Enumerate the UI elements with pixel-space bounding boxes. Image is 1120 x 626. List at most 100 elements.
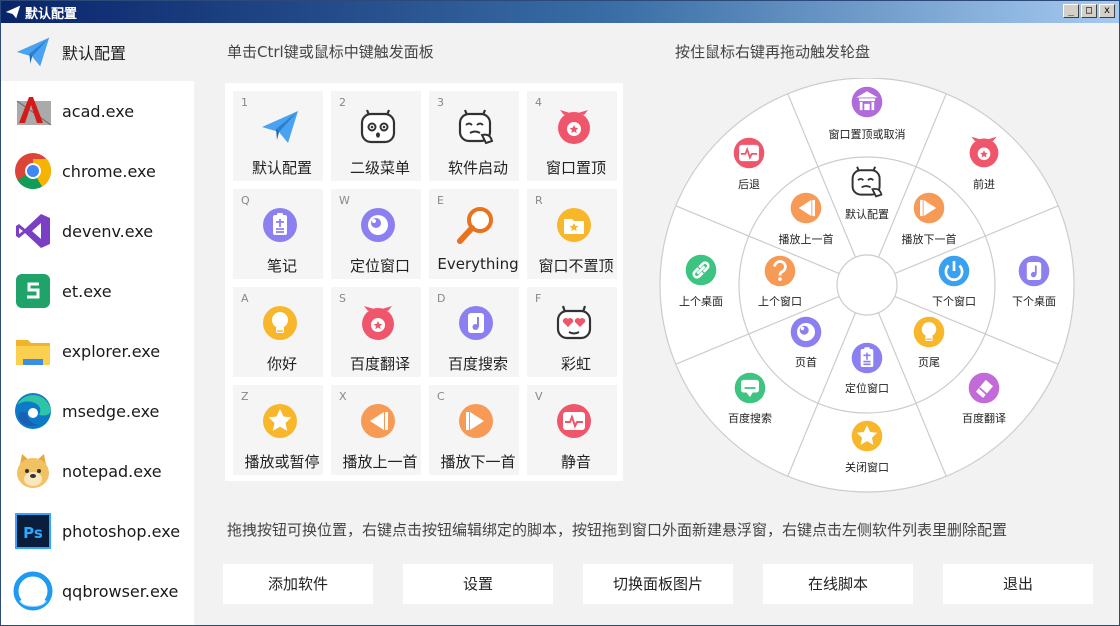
hotkey-label: Q: [241, 194, 250, 207]
star-badge-icon: [851, 420, 883, 452]
hotkey-label: 3: [437, 96, 444, 109]
surprised-face-icon: [358, 107, 398, 147]
edge-icon: [15, 393, 51, 429]
panel-button-f[interactable]: F 彩虹: [527, 287, 617, 377]
switch-panel-image-button[interactable]: 切换面板图片: [583, 564, 733, 604]
hotkey-label: V: [535, 390, 543, 403]
temple-icon: [851, 86, 883, 118]
sidebar-item-label: notepad.exe: [62, 461, 162, 481]
wheel-item-label: 默认配置: [845, 208, 889, 221]
pulse-icon: [554, 401, 594, 441]
sidebar-item-label: chrome.exe: [62, 161, 156, 181]
sidebar-item-et[interactable]: et.exe: [1, 261, 194, 321]
link-icon: [684, 253, 718, 287]
wheel-item-label: 上个桌面: [679, 295, 723, 308]
exit-button[interactable]: 退出: [943, 564, 1093, 604]
radial-wheel: 窗口置顶或取消 前进 下个桌面 百度翻译 关闭窗口 百度搜索 上个桌面 后退 默…: [659, 78, 1075, 493]
sidebar-item-msedge[interactable]: msedge.exe: [1, 381, 194, 441]
add-software-button[interactable]: 添加软件: [223, 564, 373, 604]
sidebar-item-qqbrowser[interactable]: qqbrowser.exe: [1, 561, 194, 621]
lightbulb-icon: [260, 303, 300, 343]
panel-button-2[interactable]: 2 二级菜单: [331, 91, 421, 181]
panel-button-a[interactable]: A 你好: [233, 287, 323, 377]
panel-button-q[interactable]: Q 笔记: [233, 189, 323, 279]
maximize-button[interactable]: □: [1081, 4, 1097, 18]
paper-plane-icon: [15, 34, 51, 70]
music-file-icon: [456, 303, 496, 343]
wheel-center[interactable]: [836, 254, 898, 316]
folder-star-icon: [554, 205, 594, 245]
sidebar-item-label: 默认配置: [62, 44, 127, 63]
hotkey-label: Z: [241, 390, 249, 403]
autocad-icon: [16, 97, 52, 126]
wheel-inner-item-bottom-left[interactable]: 页首: [790, 316, 822, 369]
wheel-item-label: 前进: [973, 177, 995, 191]
panel-button-w[interactable]: W 定位窗口: [331, 189, 421, 279]
panel-button-z[interactable]: Z 播放或暂停: [233, 385, 323, 475]
note-icon: [850, 341, 884, 375]
panel-button-label: 笔记: [266, 257, 297, 275]
sidebar-item-acad[interactable]: acad.exe: [1, 81, 194, 141]
panel-button-c[interactable]: C 播放下一首: [429, 385, 519, 475]
panel-button-label: 播放上一首: [342, 453, 418, 471]
panel-button-label: 彩虹: [560, 355, 591, 373]
panel-button-label: 百度搜索: [447, 355, 508, 373]
wheel-item-label: 页尾: [918, 356, 940, 369]
online-script-button[interactable]: 在线脚本: [763, 564, 913, 604]
wheel-inner-item-bottom-right[interactable]: 页尾: [913, 316, 945, 369]
sidebar-item-devenv[interactable]: devenv.exe: [1, 201, 194, 261]
hotkey-label: X: [339, 390, 347, 403]
panel-button-r[interactable]: R 窗口不置顶: [527, 189, 617, 279]
star-badge-icon: [260, 401, 300, 441]
panel-button-label: 播放下一首: [440, 453, 516, 471]
panel-button-1[interactable]: 1 默认配置: [233, 91, 323, 181]
question-icon: [763, 254, 797, 288]
panel-button-e[interactable]: E Everything: [429, 189, 519, 279]
sidebar-item-default-config[interactable]: 默认配置: [1, 23, 194, 81]
hotkey-label: E: [437, 194, 444, 207]
sidebar-item-label: qqbrowser.exe: [62, 581, 179, 601]
previous-track-icon: [790, 192, 822, 224]
window-title: 默认配置: [25, 6, 78, 22]
panel-button-label: 窗口置顶: [545, 159, 606, 177]
eraser-icon: [967, 371, 1001, 405]
paper-plane-icon: [5, 5, 21, 19]
wheel-item-label: 关闭窗口: [845, 460, 889, 474]
shortcut-panel: 1 默认配置 2 二级菜单 3 软件启动 4 窗口置顶 Q 笔记 W 定位窗口: [225, 83, 623, 481]
usage-hint: 拖拽按钮可换位置，右键点击按钮编辑绑定的脚本，按钮拖到窗口外面新建悬浮窗，右键点…: [227, 521, 1008, 539]
settings-button[interactable]: 设置: [403, 564, 553, 604]
photoshop-icon: Ps: [15, 513, 51, 549]
sidebar-item-photoshop[interactable]: Ps photoshop.exe: [1, 501, 194, 561]
sidebar-item-label: photoshop.exe: [62, 521, 181, 541]
sidebar-item-notepad[interactable]: notepad.exe: [1, 441, 194, 501]
chat-icon: [733, 371, 767, 405]
panel-button-label: 静音: [560, 453, 591, 471]
panel-button-s[interactable]: S 百度翻译: [331, 287, 421, 377]
hotkey-label: 2: [339, 96, 346, 109]
panel-button-v[interactable]: V 静音: [527, 385, 617, 475]
wheel-item-label: 百度翻译: [962, 411, 1006, 425]
sidebar-item-label: acad.exe: [62, 101, 135, 121]
panel-button-label: 定位窗口: [349, 257, 410, 275]
panel-button-label: 窗口不置顶: [538, 257, 614, 275]
title-bar[interactable]: 默认配置 _ □ x: [1, 1, 1119, 23]
chrome-icon: [15, 153, 52, 190]
minimize-button[interactable]: _: [1063, 4, 1079, 18]
sidebar-item-label: et.exe: [62, 281, 112, 301]
hotkey-label: D: [437, 292, 446, 305]
previous-track-icon: [358, 401, 398, 441]
music-file-icon: [1017, 254, 1051, 288]
wheel-item-label: 下个窗口: [932, 294, 976, 308]
close-button[interactable]: x: [1099, 4, 1115, 18]
app-window: 默认配置 _ □ x 默认配置 acad.exe chrome.exe deve…: [0, 0, 1120, 626]
pig-badge-icon: [554, 107, 594, 147]
panel-button-d[interactable]: D 百度搜索: [429, 287, 519, 377]
panel-button-x[interactable]: X 播放上一首: [331, 385, 421, 475]
panel-button-3[interactable]: 3 软件启动: [429, 91, 519, 181]
sidebar-item-chrome[interactable]: chrome.exe: [1, 141, 194, 201]
panel-button-4[interactable]: 4 窗口置顶: [527, 91, 617, 181]
heart-eyes-face-icon: [554, 303, 594, 343]
wheel-item-label: 百度搜索: [728, 411, 772, 425]
sidebar-item-explorer[interactable]: explorer.exe: [1, 321, 194, 381]
wheel-item-label: 下个桌面: [1012, 295, 1056, 308]
